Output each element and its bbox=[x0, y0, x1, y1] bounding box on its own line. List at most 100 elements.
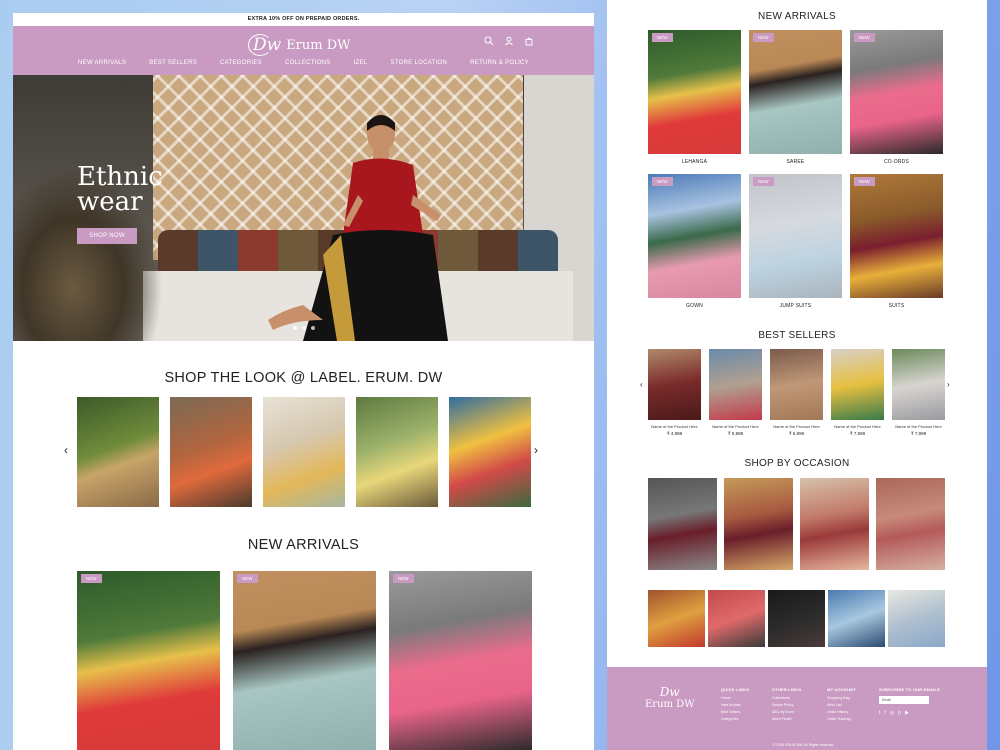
carousel-dot[interactable] bbox=[293, 326, 297, 330]
category-card[interactable]: NEW JUMP SUITS bbox=[749, 174, 842, 309]
footer-my-account: MY ACCOUNT Shopping Bag Wish List Order … bbox=[827, 687, 856, 724]
hero-banner: Ethnic wear SHOP NOW bbox=[13, 75, 594, 341]
product-card[interactable]: Name of the Product Here ₹ 4,999 bbox=[648, 349, 701, 437]
best-sellers-next-arrow-icon[interactable]: › bbox=[947, 380, 950, 389]
nav-return-policy[interactable]: RETURN & POLICY bbox=[470, 60, 529, 66]
occasion-card[interactable] bbox=[800, 478, 869, 570]
nav-izel[interactable]: IZEL bbox=[354, 60, 368, 66]
carousel-dot[interactable] bbox=[311, 326, 315, 330]
gallery-image[interactable] bbox=[828, 590, 885, 647]
new-badge: NEW bbox=[652, 177, 673, 186]
gallery-image[interactable] bbox=[648, 590, 705, 647]
footer-brand-mark: Dw bbox=[659, 685, 680, 699]
category-card[interactable]: NEW SAREE bbox=[749, 30, 842, 165]
product-name: Name of the Product Here bbox=[895, 424, 942, 429]
footer-link[interactable]: Collections bbox=[772, 696, 801, 700]
product-card[interactable]: Name of the Product Here ₹ 6,999 bbox=[770, 349, 823, 437]
gallery-image[interactable] bbox=[888, 590, 945, 647]
facebook-icon[interactable]: f bbox=[884, 710, 885, 716]
shop-by-occasion-title: SHOP BY OCCASION bbox=[744, 458, 850, 469]
new-arrival-card[interactable]: NEW bbox=[389, 571, 532, 750]
footer-link[interactable]: Return Policy bbox=[772, 703, 801, 707]
pinterest-icon[interactable]: p bbox=[898, 710, 901, 716]
gallery-image[interactable] bbox=[708, 590, 765, 647]
best-sellers-prev-arrow-icon[interactable]: ‹ bbox=[640, 380, 643, 389]
nav-store-location[interactable]: STORE LOCATION bbox=[390, 60, 447, 66]
category-card[interactable]: NEW GOWN bbox=[648, 174, 741, 309]
footer-brand-name: Erum DW bbox=[645, 699, 695, 710]
new-arrivals-title: NEW ARRIVALS bbox=[758, 11, 836, 22]
product-image bbox=[709, 349, 762, 420]
brand-logo[interactable]: Dw Erum DW bbox=[247, 31, 351, 59]
footer-link[interactable]: New Arrivals bbox=[721, 703, 749, 707]
copyright-text: © 2023 ERUM DW. All Rights reserved bbox=[773, 743, 834, 747]
twitter-icon[interactable]: t bbox=[879, 710, 880, 716]
product-card[interactable]: Name of the Product Here ₹ 7,999 bbox=[831, 349, 884, 437]
product-name: Name of the Product Here bbox=[651, 424, 698, 429]
occasion-row bbox=[648, 478, 945, 570]
footer-quick-links: QUICK LINKS Home New Arrivals Best Selle… bbox=[721, 687, 749, 724]
footer-link[interactable]: Home bbox=[721, 696, 749, 700]
product-name: Name of the Product Here bbox=[773, 424, 820, 429]
new-arrival-card[interactable]: NEW bbox=[233, 571, 376, 750]
shop-now-button[interactable]: SHOP NOW bbox=[77, 228, 137, 244]
gallery-image[interactable] bbox=[768, 590, 825, 647]
new-badge: NEW bbox=[81, 574, 102, 583]
occasion-card[interactable] bbox=[876, 478, 945, 570]
category-label: SUITS bbox=[888, 303, 905, 309]
category-card[interactable]: NEW SUITS bbox=[850, 174, 943, 309]
social-links: t f ◎ p ▶ bbox=[879, 710, 940, 716]
homepage-continued-view: NEW ARRIVALS NEW LEHANGA NEW SAREE NEW C… bbox=[607, 0, 987, 750]
new-arrivals-row: NEW NEW NEW bbox=[77, 571, 532, 750]
footer-link[interactable]: Store Finder bbox=[772, 717, 801, 721]
carousel-next-arrow-icon[interactable]: › bbox=[534, 443, 538, 457]
footer-link[interactable]: Best Sellers bbox=[721, 710, 749, 714]
category-image: NEW bbox=[648, 174, 741, 298]
look-card[interactable] bbox=[77, 397, 159, 507]
best-sellers-row: Name of the Product Here ₹ 4,999 Name of… bbox=[648, 349, 945, 437]
product-image bbox=[892, 349, 945, 420]
search-icon[interactable] bbox=[484, 36, 494, 46]
product-name: Name of the Product Here bbox=[712, 424, 759, 429]
look-card[interactable] bbox=[449, 397, 531, 507]
site-header: Dw Erum DW NEW ARRIVALS BEST SELLERS CAT… bbox=[13, 26, 594, 75]
product-price: ₹ 7,999 bbox=[910, 431, 927, 436]
new-badge: NEW bbox=[652, 33, 673, 42]
category-image: NEW bbox=[749, 30, 842, 154]
brand-mark: Dw bbox=[247, 34, 282, 56]
nav-collections[interactable]: COLLECTIONS bbox=[285, 60, 331, 66]
footer-link[interactable]: Wish List bbox=[827, 703, 856, 707]
product-card[interactable]: Name of the Product Here ₹ 7,999 bbox=[892, 349, 945, 437]
look-card[interactable] bbox=[170, 397, 252, 507]
look-card[interactable] bbox=[356, 397, 438, 507]
carousel-prev-arrow-icon[interactable]: ‹ bbox=[64, 443, 68, 457]
carousel-dot[interactable] bbox=[302, 326, 306, 330]
nav-best-sellers[interactable]: BEST SELLERS bbox=[149, 60, 197, 66]
look-card[interactable] bbox=[263, 397, 345, 507]
occasion-card[interactable] bbox=[648, 478, 717, 570]
nav-categories[interactable]: CATEGORIES bbox=[220, 60, 262, 66]
category-card[interactable]: NEW LEHANGA bbox=[648, 30, 741, 165]
category-card[interactable]: NEW CO-ORDS bbox=[850, 30, 943, 165]
occasion-card[interactable] bbox=[724, 478, 793, 570]
user-icon[interactable] bbox=[504, 36, 514, 46]
cart-icon[interactable] bbox=[524, 36, 534, 46]
footer-link[interactable]: Shopping Bag bbox=[827, 696, 856, 700]
new-arrival-card[interactable]: NEW bbox=[77, 571, 220, 750]
instagram-icon[interactable]: ◎ bbox=[890, 710, 894, 716]
newsletter-email-field[interactable]: Email bbox=[879, 696, 929, 704]
footer-link[interactable]: Order History bbox=[827, 710, 856, 714]
main-nav: NEW ARRIVALS BEST SELLERS CATEGORIES COL… bbox=[13, 60, 594, 66]
product-card[interactable]: Name of the Product Here ₹ 5,999 bbox=[709, 349, 762, 437]
best-sellers-title: BEST SELLERS bbox=[758, 330, 836, 341]
footer-col-heading: QUICK LINKS bbox=[721, 687, 750, 692]
youtube-icon[interactable]: ▶ bbox=[905, 710, 909, 716]
category-image: NEW bbox=[850, 30, 943, 154]
footer-link[interactable]: Order Tracking bbox=[827, 717, 856, 721]
new-arrivals-grid-row1: NEW LEHANGA NEW SAREE NEW CO-ORDS bbox=[648, 30, 943, 165]
footer-other-links: OTHER LINKS Collections Return Policy IZ… bbox=[772, 687, 801, 724]
footer-link[interactable]: IZEL by Erum bbox=[772, 710, 801, 714]
nav-new-arrivals[interactable]: NEW ARRIVALS bbox=[78, 60, 126, 66]
footer-link[interactable]: Categories bbox=[721, 717, 749, 721]
footer-logo[interactable]: Dw Erum DW bbox=[645, 685, 694, 710]
